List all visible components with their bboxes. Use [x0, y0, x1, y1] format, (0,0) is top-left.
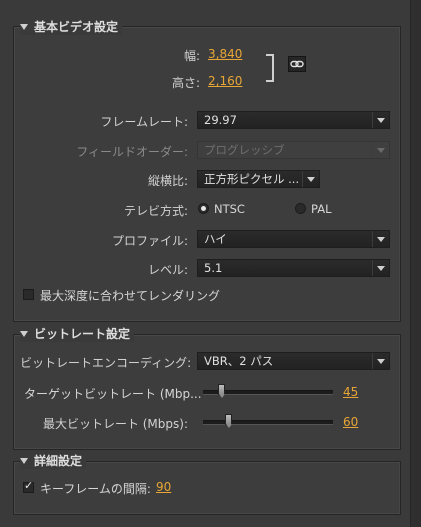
bitrate-header[interactable]: ビットレート設定	[20, 325, 135, 342]
chevron-down-icon	[372, 353, 389, 369]
bitrate-encoding-dropdown[interactable]: VBR、2 パス	[197, 352, 390, 370]
bitrate-encoding-value: VBR、2 パス	[204, 354, 274, 368]
ntsc-label[interactable]: NTSC	[214, 202, 245, 216]
basic-video-header[interactable]: 基本ビデオ設定	[20, 18, 123, 35]
collapse-triangle-icon	[20, 23, 28, 30]
chevron-down-icon	[302, 171, 319, 187]
framerate-dropdown[interactable]: 29.97	[197, 111, 390, 129]
keyframe-checkbox[interactable]	[23, 479, 34, 493]
max-depth-checkbox[interactable]	[23, 289, 34, 300]
field-order-dropdown[interactable]: プログレッシブ	[197, 141, 390, 159]
level-label: レベル:	[147, 263, 188, 277]
scrollbar[interactable]	[410, 0, 421, 527]
ntsc-radio[interactable]	[198, 203, 209, 214]
aspect-dropdown[interactable]: 正方形ピクセル ...	[197, 170, 320, 188]
max-depth-label[interactable]: 最大深度に合わせてレンダリング	[40, 287, 220, 304]
target-bitrate-thumb[interactable]	[218, 384, 225, 398]
chevron-down-icon	[372, 231, 389, 247]
level-dropdown[interactable]: 5.1	[197, 259, 390, 277]
max-bitrate-label: 最大ビットレート (Mbps):	[42, 417, 188, 431]
max-bitrate-track[interactable]	[203, 420, 333, 425]
advanced-header[interactable]: 詳細設定	[20, 452, 87, 469]
height-value[interactable]: 2,160	[208, 74, 242, 88]
chevron-down-icon	[372, 260, 389, 276]
framerate-value: 29.97	[204, 113, 237, 127]
width-label: 幅:	[183, 49, 200, 63]
chevron-down-icon	[372, 112, 389, 128]
collapse-triangle-icon	[20, 330, 28, 337]
profile-value: ハイ	[204, 232, 227, 246]
collapse-triangle-icon	[20, 457, 28, 464]
chevron-down-icon	[372, 142, 389, 158]
framerate-label: フレームレート:	[100, 115, 188, 129]
basic-video-title: 基本ビデオ設定	[34, 20, 119, 34]
dimension-link-bracket	[266, 54, 274, 82]
tv-standard-label: テレビ方式:	[123, 204, 188, 218]
max-bitrate-thumb[interactable]	[225, 414, 232, 428]
profile-dropdown[interactable]: ハイ	[197, 230, 390, 248]
aspect-label: 縦横比:	[147, 174, 188, 188]
field-order-label: フィールドオーダー:	[76, 145, 188, 159]
pal-radio[interactable]	[295, 203, 306, 214]
chain-link-button[interactable]	[288, 56, 306, 72]
bitrate-title: ビットレート設定	[34, 327, 131, 341]
advanced-title: 詳細設定	[34, 454, 83, 468]
max-bitrate-value[interactable]: 60	[343, 415, 358, 429]
width-value[interactable]: 3,840	[208, 47, 242, 61]
pal-label[interactable]: PAL	[311, 202, 331, 216]
aspect-value: 正方形ピクセル ...	[204, 172, 300, 186]
level-value: 5.1	[204, 261, 223, 275]
target-bitrate-label: ターゲットビットレート (Mbp...	[24, 387, 202, 401]
chain-link-icon	[290, 60, 304, 68]
keyframe-label[interactable]: キーフレームの間隔:	[40, 480, 151, 497]
field-order-value: プログレッシブ	[204, 143, 285, 157]
keyframe-value[interactable]: 90	[156, 480, 171, 494]
height-label: 高さ:	[171, 76, 200, 90]
target-bitrate-value[interactable]: 45	[343, 385, 358, 399]
bitrate-encoding-label: ビットレートエンコーディング:	[20, 356, 192, 370]
profile-label: プロファイル:	[111, 234, 188, 248]
